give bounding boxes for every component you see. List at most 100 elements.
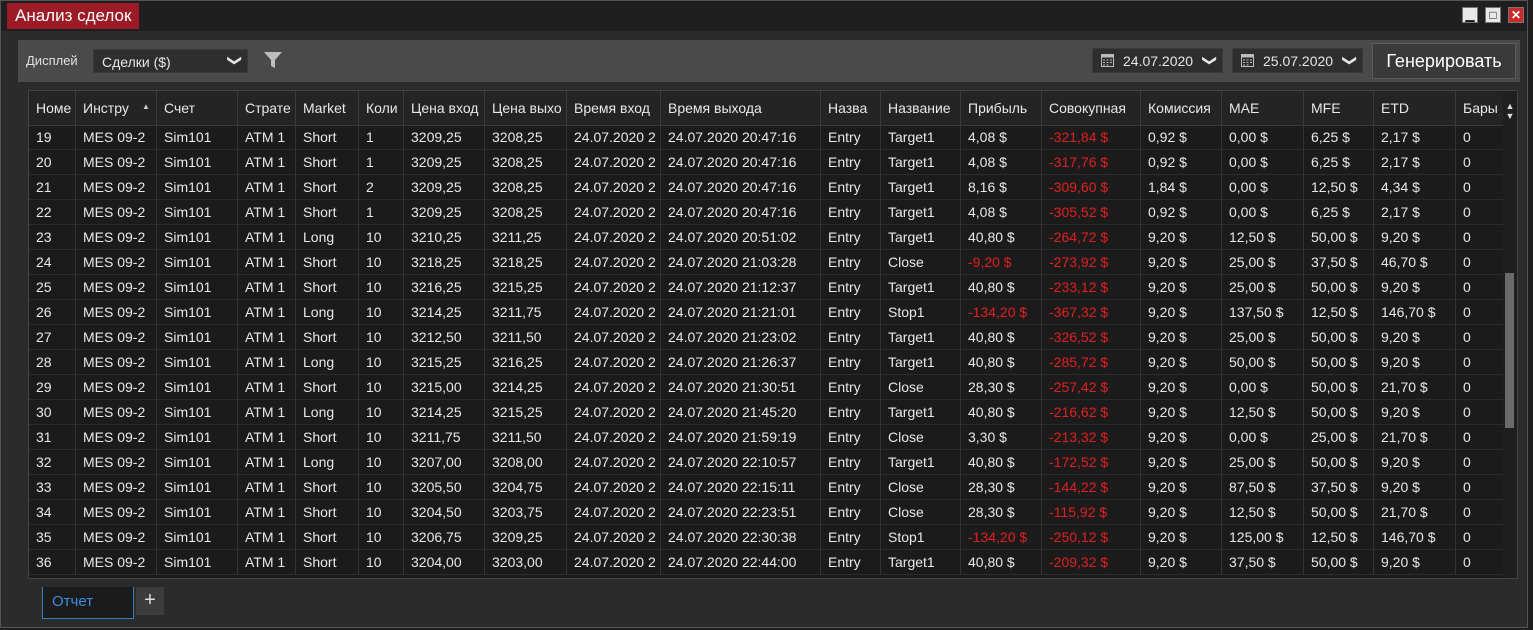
column-header-exit-price[interactable]: Цена выхо (485, 91, 567, 125)
column-header-qty[interactable]: Коли (359, 91, 404, 125)
to-date-picker[interactable]: 25.07.2020 ❯ (1232, 48, 1363, 73)
from-date-picker[interactable]: 24.07.2020 ❯ (1092, 48, 1223, 73)
table-row[interactable]: 33 MES 09-2 Sim101 ATM 1 Short 10 3205,50 3204,… (29, 475, 1504, 500)
cell-entry-time: 24.07.2020 2 (567, 150, 661, 175)
cell-qty: 1 (359, 125, 404, 150)
table-row[interactable]: 35 MES 09-2 Sim101 ATM 1 Short 10 3206,75 3209,… (29, 525, 1504, 550)
cell-qty: 10 (359, 300, 404, 325)
cell-entry-name: Entry (821, 300, 881, 325)
filter-icon[interactable] (263, 50, 283, 70)
column-header-entry-time[interactable]: Время вход (567, 91, 661, 125)
cell-entry-name: Entry (821, 550, 881, 575)
cell-entry-time: 24.07.2020 2 (567, 250, 661, 275)
column-header-entry-name[interactable]: Назва (821, 91, 881, 125)
cell-exit-price: 3218,25 (485, 250, 567, 275)
cell-profit: 40,80 $ (961, 550, 1042, 575)
column-header-profit[interactable]: Прибыль (961, 91, 1042, 125)
column-header-num[interactable]: Номе (29, 91, 76, 125)
cell-cum-profit: -321,84 $ (1042, 125, 1141, 150)
cell-qty: 10 (359, 350, 404, 375)
cell-entry-time: 24.07.2020 2 (567, 475, 661, 500)
table-row[interactable]: 28 MES 09-2 Sim101 ATM 1 Long 10 3215,25 3216,2… (29, 350, 1504, 375)
cell-mae: 25,00 $ (1222, 250, 1304, 275)
column-header-exit-name[interactable]: Название (881, 91, 961, 125)
cell-entry-price: 3218,25 (404, 250, 485, 275)
table-row[interactable]: 29 MES 09-2 Sim101 ATM 1 Short 10 3215,00 3214,… (29, 375, 1504, 400)
trades-grid[interactable]: Номе Инстру ▲ Счет Страте Market Коли Цена вход… (28, 90, 1518, 579)
table-row[interactable]: 31 MES 09-2 Sim101 ATM 1 Short 10 3211,75 3211,… (29, 425, 1504, 450)
table-row[interactable]: 22 MES 09-2 Sim101 ATM 1 Short 1 3209,25 3208,2… (29, 200, 1504, 225)
column-header-mae[interactable]: MAE (1222, 91, 1304, 125)
cell-market: Short (296, 125, 359, 150)
table-row[interactable]: 36 MES 09-2 Sim101 ATM 1 Short 10 3204,00 3203,… (29, 550, 1504, 575)
column-header-cum-profit[interactable]: Совокупная (1042, 91, 1141, 125)
column-header-mfe[interactable]: MFE (1304, 91, 1374, 125)
cell-strategy: ATM 1 (238, 400, 296, 425)
cell-instrument: MES 09-2 (76, 525, 157, 550)
cell-account: Sim101 (157, 150, 238, 175)
cell-exit-time: 24.07.2020 22:10:57 (661, 450, 821, 475)
display-label: Дисплей (26, 53, 78, 68)
table-row[interactable]: 26 MES 09-2 Sim101 ATM 1 Long 10 3214,25 3211,7… (29, 300, 1504, 325)
cell-entry-price: 3215,25 (404, 350, 485, 375)
generate-button[interactable]: Генерировать (1372, 43, 1516, 79)
cell-cum-profit: -285,72 $ (1042, 350, 1141, 375)
column-header-exit-time[interactable]: Время выхода (661, 91, 821, 125)
column-header-account[interactable]: Счет (157, 91, 238, 125)
table-row[interactable]: 23 MES 09-2 Sim101 ATM 1 Long 10 3210,25 3211,2… (29, 225, 1504, 250)
table-row[interactable]: 19 MES 09-2 Sim101 ATM 1 Short 1 3209,25 3208,2… (29, 125, 1504, 150)
table-row[interactable]: 20 MES 09-2 Sim101 ATM 1 Short 1 3209,25 3208,2… (29, 150, 1504, 175)
table-row[interactable]: 34 MES 09-2 Sim101 ATM 1 Short 10 3204,50 3203,… (29, 500, 1504, 525)
cell-qty: 2 (359, 175, 404, 200)
add-tab-button[interactable]: + (136, 587, 164, 615)
display-select[interactable]: Сделки ($) ❯ (93, 49, 248, 73)
cell-bars: 0 (1456, 250, 1504, 275)
cell-account: Sim101 (157, 300, 238, 325)
column-header-market[interactable]: Market (296, 91, 359, 125)
cell-instrument: MES 09-2 (76, 400, 157, 425)
scroll-down-icon[interactable]: ▼ (1505, 111, 1515, 121)
cell-commission: 9,20 $ (1141, 525, 1222, 550)
cell-entry-time: 24.07.2020 2 (567, 400, 661, 425)
title-bar[interactable]: Анализ сделок ▁ □ ✕ (1, 1, 1527, 31)
table-row[interactable]: 25 MES 09-2 Sim101 ATM 1 Short 10 3216,25 3215,… (29, 275, 1504, 300)
cell-account: Sim101 (157, 325, 238, 350)
column-header-etd[interactable]: ETD (1374, 91, 1456, 125)
table-row[interactable]: 27 MES 09-2 Sim101 ATM 1 Short 10 3212,50 3211,… (29, 325, 1504, 350)
table-row[interactable]: 32 MES 09-2 Sim101 ATM 1 Long 10 3207,00 3208,0… (29, 450, 1504, 475)
cell-exit-name: Close (881, 475, 961, 500)
column-header-bars[interactable]: Бары (1456, 91, 1504, 125)
cell-cum-profit: -172,52 $ (1042, 450, 1141, 475)
table-row[interactable]: 24 MES 09-2 Sim101 ATM 1 Short 10 3218,25 3218,… (29, 250, 1504, 275)
cell-commission: 0,92 $ (1141, 150, 1222, 175)
scroll-up-icon[interactable]: ▲ (1505, 101, 1515, 111)
cell-bars: 0 (1456, 375, 1504, 400)
scrollbar-thumb[interactable] (1505, 273, 1514, 428)
cell-exit-time: 24.07.2020 20:47:16 (661, 200, 821, 225)
cell-exit-time: 24.07.2020 21:26:37 (661, 350, 821, 375)
tab-report[interactable]: Отчет (42, 587, 134, 619)
cell-exit-name: Target1 (881, 125, 961, 150)
cell-entry-price: 3215,00 (404, 375, 485, 400)
cell-cum-profit: -317,76 $ (1042, 150, 1141, 175)
cell-market: Short (296, 250, 359, 275)
cell-exit-name: Target1 (881, 400, 961, 425)
close-button[interactable]: ✕ (1508, 7, 1524, 23)
column-header-commission[interactable]: Комиссия (1141, 91, 1222, 125)
vertical-scrollbar[interactable]: ▲ ▼ (1503, 91, 1517, 578)
cell-num: 27 (29, 325, 76, 350)
cell-exit-name: Target1 (881, 200, 961, 225)
cell-entry-name: Entry (821, 225, 881, 250)
cell-exit-name: Target1 (881, 150, 961, 175)
minimize-button[interactable]: ▁ (1462, 7, 1478, 23)
cell-num: 26 (29, 300, 76, 325)
table-row[interactable]: 21 MES 09-2 Sim101 ATM 1 Short 2 3209,25 3208,2… (29, 175, 1504, 200)
cell-instrument: MES 09-2 (76, 175, 157, 200)
cell-qty: 10 (359, 450, 404, 475)
column-header-strategy[interactable]: Страте (238, 91, 296, 125)
maximize-button[interactable]: □ (1485, 7, 1501, 23)
cell-profit: -134,20 $ (961, 525, 1042, 550)
table-row[interactable]: 30 MES 09-2 Sim101 ATM 1 Long 10 3214,25 3215,2… (29, 400, 1504, 425)
cell-etd: 21,70 $ (1374, 500, 1456, 525)
column-header-entry-price[interactable]: Цена вход (404, 91, 485, 125)
